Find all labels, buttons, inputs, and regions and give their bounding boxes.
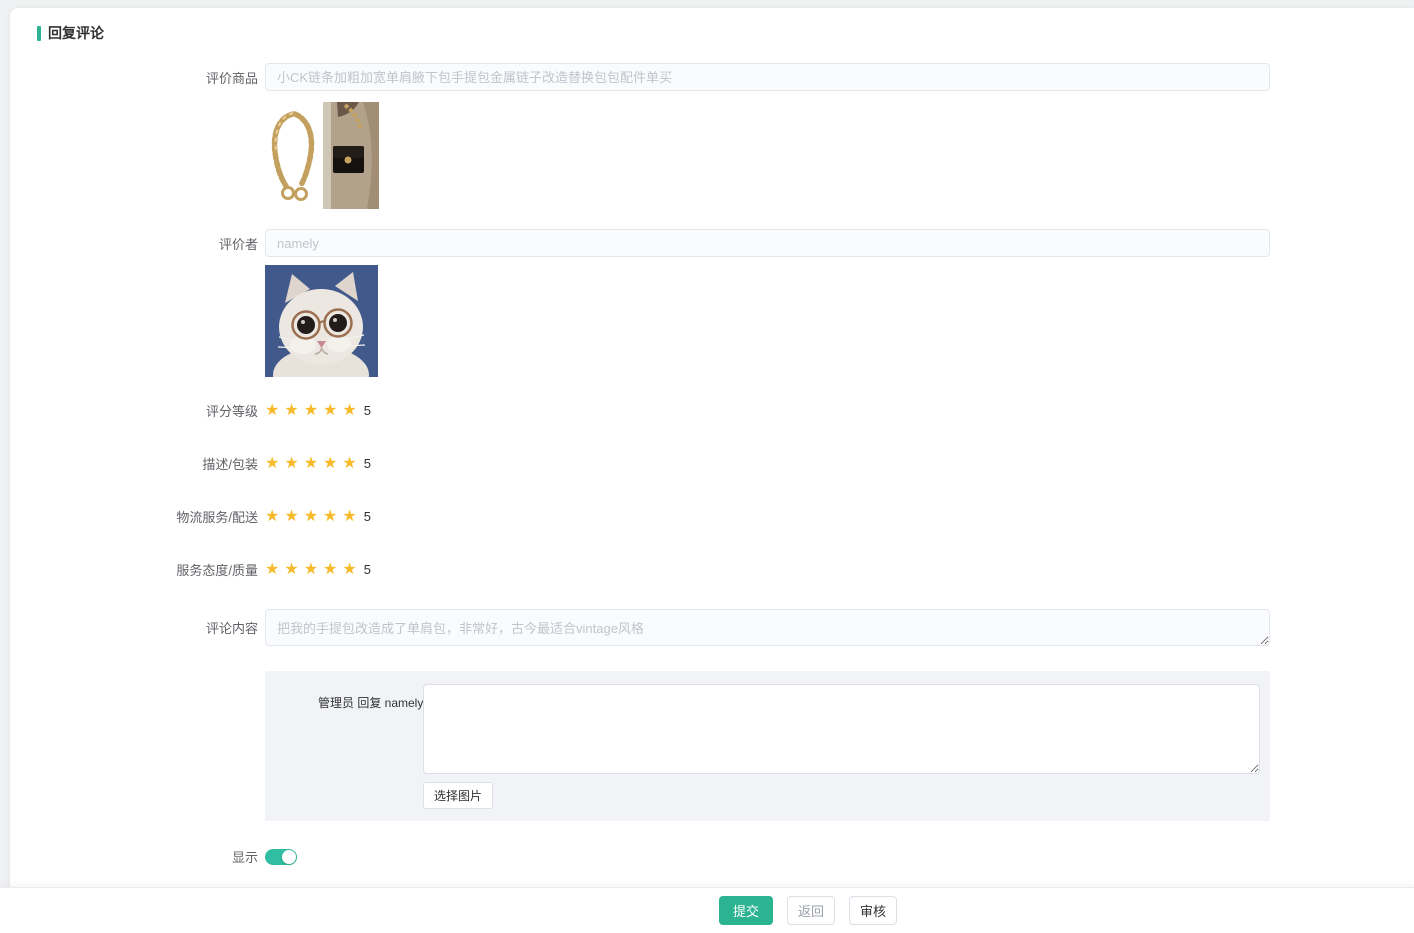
rating-label: 服务态度/质量: [10, 560, 258, 579]
rating-score: 5: [364, 456, 371, 471]
star-icon[interactable]: [265, 456, 279, 472]
star-icon[interactable]: [342, 403, 356, 419]
star-icon[interactable]: [304, 456, 318, 472]
product-input[interactable]: [265, 63, 1270, 91]
rating-row-overall: 评分等级 5: [10, 401, 1414, 420]
star-icon[interactable]: [342, 509, 356, 525]
content-card: 回复评论 评价商品: [10, 8, 1414, 933]
rating-score: 5: [364, 562, 371, 577]
rating-row-packaging: 描述/包装 5: [10, 454, 1414, 473]
rating-label: 评分等级: [10, 401, 258, 420]
star-icon[interactable]: [265, 403, 279, 419]
toggle-knob: [282, 850, 296, 864]
cat-avatar-image: [265, 265, 378, 377]
choose-image-button[interactable]: 选择图片: [423, 782, 493, 809]
star-icon[interactable]: [284, 456, 298, 472]
star-icon[interactable]: [342, 562, 356, 578]
admin-reply-label: 管理员 回复 namely: [318, 684, 423, 809]
star-icon[interactable]: [284, 562, 298, 578]
reviewer-avatar: [265, 265, 378, 377]
page-header: 回复评论: [10, 8, 1414, 43]
reviewer-input[interactable]: [265, 229, 1270, 257]
star-icon[interactable]: [304, 509, 318, 525]
admin-reply-main: 选择图片: [423, 684, 1260, 809]
show-label: 显示: [10, 847, 258, 866]
rating-row-logistics: 物流服务/配送 5: [10, 507, 1414, 526]
star-icon[interactable]: [323, 509, 337, 525]
comment-row: 评论内容: [10, 609, 1414, 651]
submit-button[interactable]: 提交: [719, 896, 773, 925]
star-icon[interactable]: [342, 456, 356, 472]
star-icon[interactable]: [304, 562, 318, 578]
gold-chain-product-image: [265, 102, 321, 209]
footer-buttons: 提交 返回 审核: [719, 896, 897, 925]
comment-textarea[interactable]: [265, 609, 1270, 646]
star-rating-packaging: 5: [265, 456, 371, 472]
rating-label: 描述/包装: [10, 454, 258, 473]
star-icon[interactable]: [323, 456, 337, 472]
review-button[interactable]: 审核: [849, 896, 897, 925]
star-icon[interactable]: [323, 562, 337, 578]
rating-row-service: 服务态度/质量 5: [10, 560, 1414, 579]
rating-label: 物流服务/配送: [10, 507, 258, 526]
star-icon[interactable]: [265, 562, 279, 578]
title-accent-bar: [37, 26, 41, 41]
star-icon[interactable]: [284, 509, 298, 525]
reviewer-avatar-row: [10, 265, 1414, 377]
star-icon[interactable]: [304, 403, 318, 419]
product-label: 评价商品: [10, 68, 258, 87]
star-rating-service: 5: [265, 562, 371, 578]
product-images: [265, 102, 379, 209]
product-images-row: [10, 102, 1414, 209]
star-icon[interactable]: [284, 403, 298, 419]
back-button[interactable]: 返回: [787, 896, 835, 925]
rating-score: 5: [364, 509, 371, 524]
show-toggle-row: 显示: [10, 847, 1414, 866]
star-rating-logistics: 5: [265, 509, 371, 525]
comment-label: 评论内容: [10, 609, 258, 651]
show-toggle[interactable]: [265, 849, 297, 865]
reviewer-label: 评价者: [10, 234, 258, 253]
footer-action-bar: 提交 返回 审核: [0, 887, 1414, 933]
reviewer-row: 评价者: [10, 229, 1414, 257]
rating-score: 5: [364, 403, 371, 418]
admin-reply-textarea[interactable]: [423, 684, 1260, 774]
page-title: 回复评论: [48, 23, 104, 43]
product-row: 评价商品: [10, 63, 1414, 91]
star-rating-overall: 5: [265, 403, 371, 419]
admin-reply-box: 管理员 回复 namely 选择图片: [265, 671, 1270, 821]
star-icon[interactable]: [323, 403, 337, 419]
star-icon[interactable]: [265, 509, 279, 525]
shoulder-bag-product-image: [323, 102, 379, 209]
